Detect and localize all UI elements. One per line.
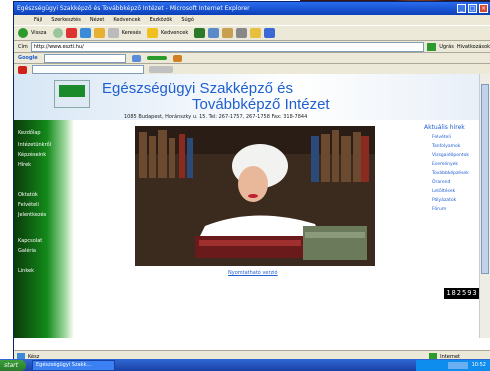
nav-item-apply[interactable]: Jelentkezés	[18, 212, 46, 218]
vertical-scrollbar[interactable]	[479, 74, 490, 338]
taskbar: start Egészségügyi Szakk... 10:52	[0, 359, 490, 371]
browser-window: Egészségügyi Szakképző és Továbbképző In…	[14, 2, 490, 362]
favorites-icon[interactable]	[147, 28, 159, 38]
left-navigation: Kezdőlap Intézetünkről Képzéseink Hírek …	[14, 120, 74, 338]
title-bar: Egészségügyi Szakképző és Továbbképző In…	[14, 2, 490, 15]
address-bar: Cím http://www.eszti.hu/ Ugrás Hivatkozá…	[14, 41, 490, 53]
scrollbar-thumb[interactable]	[481, 84, 489, 274]
menu-bar: Fájl Szerkesztés Nézet Kedvencek Eszközö…	[14, 15, 490, 25]
menu-file[interactable]: Fájl	[34, 17, 42, 23]
web-page: Egészségügyi Szakképző és Továbbképző In…	[14, 74, 480, 338]
back-label[interactable]: Vissza	[31, 30, 47, 36]
site-header: Egészségügyi Szakképző és Továbbképző In…	[14, 74, 480, 120]
right-column-title[interactable]: Aktuális hírek	[424, 124, 480, 131]
heart-icon[interactable]	[18, 65, 27, 74]
maximize-button[interactable]: □	[468, 4, 477, 13]
stop-icon[interactable]	[65, 28, 77, 38]
links-bar: Google	[14, 53, 490, 64]
nav-item-links[interactable]: Linkek	[18, 268, 34, 274]
go-icon[interactable]	[427, 42, 437, 51]
right-link[interactable]: Letöltések	[424, 189, 480, 194]
browser-viewport: Egészségügyi Szakképző és Továbbképző In…	[14, 74, 490, 350]
folder-icon[interactable]	[250, 28, 262, 38]
taskbar-item-browser[interactable]: Egészségügyi Szakk...	[32, 359, 115, 371]
site-title-line2: Továbbképző Intézet	[192, 96, 330, 113]
google-search-icon[interactable]	[131, 54, 141, 62]
forward-icon[interactable]	[52, 28, 63, 38]
nav-item-about[interactable]: Intézetünkről	[18, 142, 51, 148]
address-label: Cím	[18, 43, 28, 50]
google-label: Google	[18, 55, 38, 61]
close-button[interactable]: ×	[479, 4, 488, 13]
menu-edit[interactable]: Szerkesztés	[51, 17, 81, 23]
nav-item-gallery[interactable]: Galéria	[18, 248, 36, 254]
search-label[interactable]: Keresés	[122, 30, 141, 36]
mail-icon[interactable]	[222, 28, 234, 38]
right-link[interactable]: Pályázatok	[424, 198, 480, 203]
home-icon[interactable]	[93, 28, 105, 38]
address-input[interactable]: http://www.eszti.hu/	[30, 41, 425, 52]
messenger-icon[interactable]	[264, 28, 276, 38]
history-icon[interactable]	[208, 28, 220, 38]
system-tray: 10:52	[416, 359, 490, 371]
clock: 10:52	[471, 362, 486, 368]
nav-item-teachers[interactable]: Oktatók	[18, 192, 38, 198]
go-label[interactable]: Ugrás	[439, 44, 454, 50]
right-link[interactable]: Továbbképzések	[424, 171, 480, 176]
menu-favorites[interactable]: Kedvencek	[113, 17, 140, 23]
secondary-search-icon[interactable]	[149, 66, 173, 73]
nav-item-admission[interactable]: Felvételi	[18, 202, 39, 208]
right-link[interactable]: Események	[424, 162, 480, 167]
tray-icons[interactable]	[447, 361, 468, 369]
standard-toolbar: Vissza Keresés Kedvencek	[14, 25, 490, 41]
media-icon[interactable]	[194, 28, 206, 38]
right-link[interactable]: Vizsgaidőpontok	[424, 153, 480, 158]
start-button[interactable]: start	[0, 359, 26, 371]
nav-item-contact[interactable]: Kapcsolat	[18, 238, 42, 244]
links-label[interactable]: Hivatkozások	[457, 44, 490, 50]
nav-item-news[interactable]: Hírek	[18, 162, 31, 168]
popup-blocker-icon[interactable]	[172, 54, 182, 62]
right-link[interactable]: Órarend	[424, 180, 480, 185]
nav-item-courses[interactable]: Képzéseink	[18, 152, 46, 158]
main-photo	[135, 126, 375, 266]
favorites-label[interactable]: Kedvencek	[161, 30, 188, 36]
logo-emblem-icon	[59, 85, 85, 97]
visitor-counter: 182593	[444, 288, 480, 299]
menu-view[interactable]: Nézet	[90, 17, 104, 23]
google-search-input[interactable]	[43, 53, 126, 63]
menu-tools[interactable]: Eszközök	[150, 17, 173, 23]
print-icon[interactable]	[236, 28, 248, 38]
search-icon[interactable]	[107, 28, 119, 38]
site-logo[interactable]	[54, 80, 90, 108]
back-icon[interactable]	[18, 28, 28, 38]
pagerank-icon	[146, 56, 167, 60]
secondary-search-input[interactable]	[32, 65, 144, 74]
right-link[interactable]: Felvételi	[424, 135, 480, 140]
right-link[interactable]: Tanfolyamok	[424, 144, 480, 149]
window-title: Egészségügyi Szakképző és Továbbképző In…	[17, 5, 250, 12]
menu-help[interactable]: Súgó	[181, 17, 194, 23]
minimize-button[interactable]: _	[457, 4, 466, 13]
right-column: Aktuális hírek Felvételi Tanfolyamok Viz…	[424, 124, 480, 304]
site-address: 1085 Budapest, Horánszky u. 15. Tel: 267…	[124, 114, 308, 120]
right-link[interactable]: Fórum	[424, 207, 480, 212]
refresh-icon[interactable]	[79, 28, 91, 38]
photo-caption-link[interactable]: Nyomtatható verzió	[228, 270, 278, 276]
nav-item-home[interactable]: Kezdőlap	[18, 130, 41, 136]
site-title-line1: Egészségügyi Szakképző és	[102, 80, 293, 97]
